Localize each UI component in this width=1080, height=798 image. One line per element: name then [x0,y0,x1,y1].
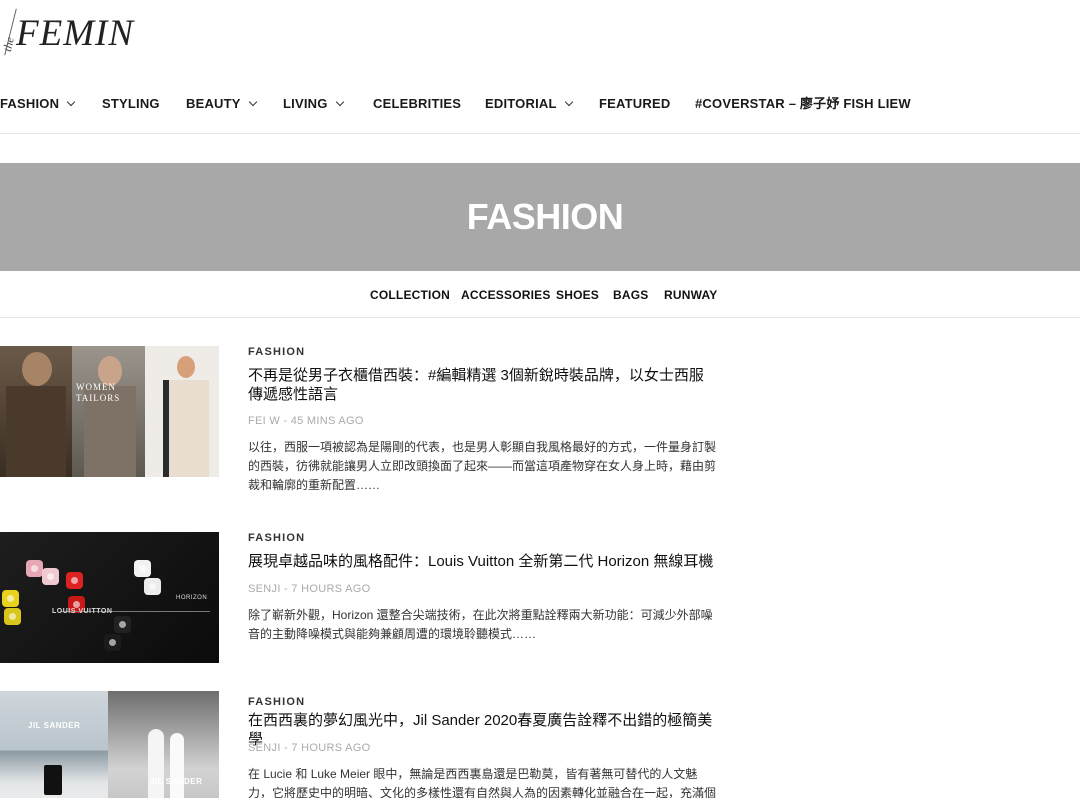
nav-item-fashion[interactable]: FASHION [0,96,76,112]
article-title[interactable]: 展現卓越品味的風格配件：Louis Vuitton 全新第二代 Horizon … [248,552,718,571]
subnav-item-accessories[interactable]: ACCESSORIES [461,287,551,303]
earbud-image [42,568,59,585]
article-thumbnail[interactable]: WOMEN TAILORS [0,346,219,477]
article-category[interactable]: FASHION [248,532,305,545]
article-thumbnail[interactable]: LOUIS VUITTON HORIZON [0,532,219,663]
article-excerpt: 在 Lucie 和 Luke Meier 眼中，無論是西西裏島還是巴勒莫，皆有著… [248,767,717,798]
thumbnail-caption: WOMEN TAILORS [76,382,121,403]
nav-item-beauty[interactable]: BEAUTY [186,96,257,112]
thumbnail-caption: JIL SANDER [150,777,203,786]
thumbnail-panel [145,346,219,477]
earbud-image [4,608,21,625]
nav-item-featured[interactable]: FEATURED [599,96,670,112]
subnav-item-runway[interactable]: RUNWAY [664,287,717,303]
nav-label: #COVERSTAR – 廖子妤 FISH LIEW [695,96,911,111]
article-excerpt: 除了嶄新外觀，Horizon 還整合尖端技術，在此次將重點詮釋兩大新功能：可減少… [248,608,713,641]
thumbnail-panel: WOMEN TAILORS [72,346,145,477]
chevron-down-icon [248,97,257,107]
model-figure [148,729,164,798]
earbud-image [66,572,83,589]
nav-item-living[interactable]: LIVING [283,96,344,112]
earbud-image [2,590,19,607]
article-meta: SENJI - 7 HOURS AGO [248,742,371,754]
article-thumbnail[interactable]: JIL SANDER JIL SANDER [0,691,219,798]
subnav-divider [0,317,1080,318]
nav-label: BEAUTY [186,96,241,111]
subnav-item-shoes[interactable]: SHOES [556,287,599,303]
thumbnail-caption: HORIZON [176,595,208,601]
page-title: FASHION [466,196,624,237]
earbud-image [144,578,161,595]
category-banner: FASHION [0,163,1080,271]
chevron-down-icon [335,97,344,107]
article-category[interactable]: FASHION [248,696,305,709]
nav-label: EDITORIAL [485,96,557,111]
bag-image [44,765,62,795]
thumbnail-caption: JIL SANDER [28,721,81,730]
earbud-image [104,634,121,651]
article-title[interactable]: 不再是從男子衣櫃借西裝：#編輯精選 3個新銳時裝品牌，以女士西服傳遞感性語言 [248,366,718,404]
subnav-item-collection[interactable]: COLLECTION [370,287,450,303]
earbud-image [134,560,151,577]
nav-item-celebrities[interactable]: CELEBRITIES [373,96,461,112]
article-card: JIL SANDER JIL SANDER FASHION 在西西裏的夢幻風光中… [0,691,1080,798]
site-logo[interactable]: the FEMIN [0,6,150,58]
main-nav: FASHION STYLING BEAUTY LIVING CELEBRITIE… [0,96,1080,112]
nav-label: LIVING [283,96,328,111]
nav-label: FASHION [0,96,60,111]
subnav-item-bags[interactable]: BAGS [613,287,648,303]
logo-name: FEMIN [16,13,135,54]
article-meta: FEI W - 45 MINS AGO [248,415,364,427]
article-meta: SENJI - 7 HOURS AGO [248,583,371,595]
nav-label: FEATURED [599,96,671,111]
article-excerpt: 以往，西服一項被認為是陽剛的代表，也是男人彰顯自我風格最好的方式，一件量身訂製的… [248,440,717,492]
article-card: LOUIS VUITTON HORIZON FASHION 展現卓越品味的風格配… [0,532,1080,672]
chevron-down-icon [564,97,573,107]
nav-divider [0,133,1080,134]
thumbnail-caption: LOUIS VUITTON [52,608,113,615]
nav-label: CELEBRITIES [373,96,462,111]
model-figure [170,733,184,798]
nav-item-coverstar[interactable]: #COVERSTAR – 廖子妤 FISH LIEW [695,96,911,112]
nav-item-editorial[interactable]: EDITORIAL [485,96,573,112]
nav-label: STYLING [102,96,160,111]
thumbnail-panel [0,346,72,477]
chevron-down-icon [66,97,76,107]
earbud-image [114,616,131,633]
subcategory-nav: COLLECTION ACCESSORIES SHOES BAGS RUNWAY [0,287,1080,303]
article-category[interactable]: FASHION [248,346,305,359]
earbud-image [26,560,43,577]
article-card: WOMEN TAILORS FASHION 不再是從男子衣櫃借西裝：#編輯精選 … [0,346,1080,492]
nav-item-styling[interactable]: STYLING [102,96,160,112]
